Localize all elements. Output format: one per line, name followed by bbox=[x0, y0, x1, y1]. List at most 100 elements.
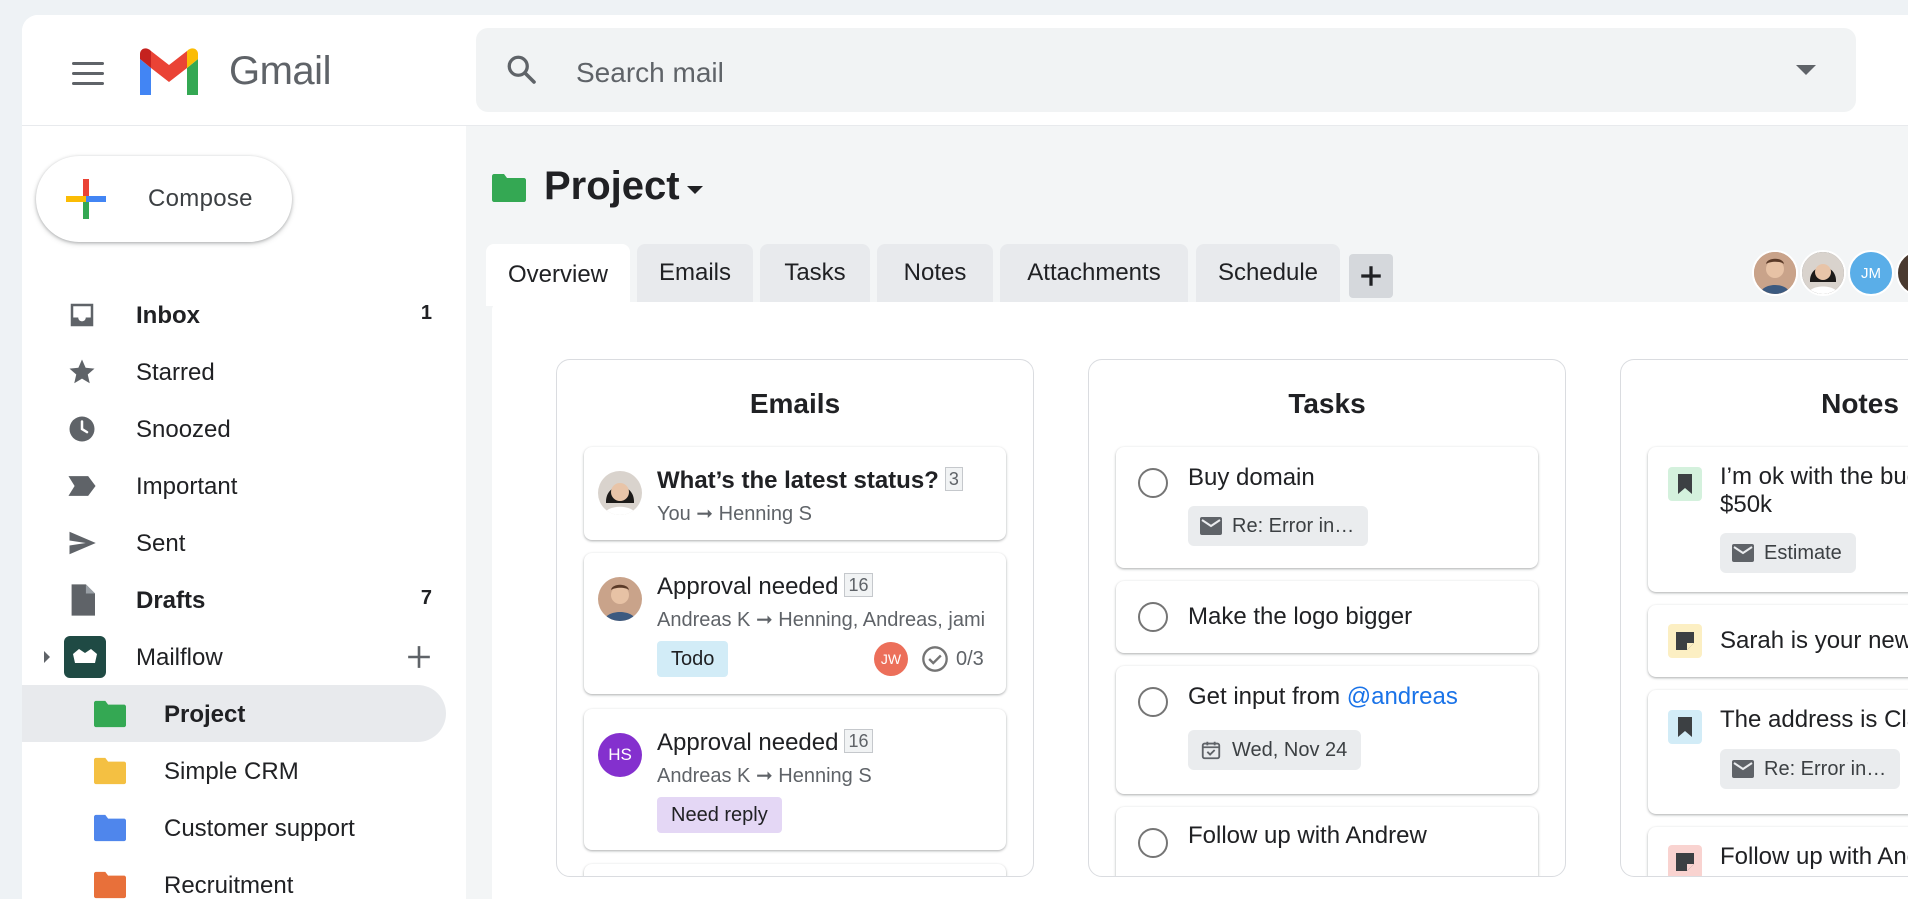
task-checkbox[interactable] bbox=[1138, 828, 1168, 858]
overview-board: Emails What’s the latest status? 3 You ➞ … bbox=[492, 302, 1908, 899]
add-tab-button[interactable] bbox=[1349, 254, 1393, 298]
email-participants: You ➞ Henning S bbox=[657, 503, 813, 525]
sidebar-item-label: Mailflow bbox=[136, 644, 223, 671]
sidebar-item-mailflow[interactable]: Mailflow bbox=[22, 628, 446, 685]
note-text: Follow up with And bbox=[1720, 843, 1908, 870]
tab-tasks[interactable]: Tasks bbox=[760, 244, 870, 302]
note-card[interactable]: Follow up with And bbox=[1648, 827, 1908, 876]
project-dropdown-caret-icon[interactable] bbox=[687, 186, 703, 194]
mention-link[interactable]: @andreas bbox=[1347, 683, 1458, 710]
task-card[interactable]: Buy domain Re: Error in… bbox=[1116, 447, 1538, 568]
tab-emails[interactable]: Emails bbox=[637, 244, 753, 302]
plus-icon bbox=[1361, 266, 1381, 286]
main-menu-button[interactable] bbox=[66, 51, 110, 95]
note-card[interactable]: Sarah is your new c bbox=[1648, 605, 1908, 677]
blue-folder-icon bbox=[94, 812, 126, 844]
estimate-chip[interactable]: Estimate bbox=[1720, 533, 1856, 573]
sidebar-item-label: Sent bbox=[136, 530, 186, 557]
gmail-logo-icon[interactable] bbox=[136, 47, 202, 95]
linked-email-chip[interactable]: Re: Error in… bbox=[1720, 749, 1901, 789]
sidebar-item-snoozed[interactable]: Snoozed bbox=[22, 400, 446, 457]
search-input[interactable]: Search mail bbox=[576, 57, 724, 89]
bookmark-icon bbox=[1668, 710, 1702, 744]
sidebar-item-label: Important bbox=[136, 473, 238, 500]
page-title: Project bbox=[544, 164, 680, 208]
sidebar-item-important[interactable]: Important bbox=[22, 457, 446, 514]
search-icon[interactable] bbox=[504, 52, 540, 88]
yellow-folder-icon bbox=[94, 755, 126, 787]
todo-label[interactable]: Todo bbox=[657, 641, 729, 677]
clock-icon bbox=[66, 413, 98, 445]
sidebar-item-label: Snoozed bbox=[136, 416, 231, 443]
send-icon bbox=[66, 527, 98, 559]
sticky-note-icon bbox=[1668, 845, 1702, 876]
top-bar: Gmail Search mail bbox=[22, 15, 1908, 126]
tab-schedule[interactable]: Schedule bbox=[1196, 244, 1340, 302]
mail-icon bbox=[1200, 517, 1222, 535]
due-date-chip[interactable]: Wed, Nov 24 bbox=[1188, 730, 1362, 770]
thread-count: 16 bbox=[844, 573, 873, 597]
note-text: Sarah is your new c bbox=[1720, 627, 1908, 654]
avatar[interactable] bbox=[1800, 250, 1846, 296]
task-checkbox[interactable] bbox=[1138, 602, 1168, 632]
linked-email-chip[interactable]: Re: Error in… bbox=[1188, 506, 1369, 546]
email-participants: Andreas K ➞ Henning, Andreas, jami bbox=[657, 609, 986, 631]
note-card[interactable]: The address is Cla Re: Error in… bbox=[1648, 690, 1908, 814]
note-text: The address is Cla bbox=[1720, 706, 1908, 733]
sidebar-folder-recruitment[interactable]: Recruitment bbox=[22, 856, 446, 899]
sidebar-folder-project[interactable]: Project bbox=[22, 685, 446, 742]
avatar[interactable] bbox=[1896, 250, 1908, 296]
avatar[interactable] bbox=[1752, 250, 1798, 296]
sidebar-item-label: Project bbox=[164, 701, 246, 728]
avatar bbox=[598, 577, 642, 621]
email-card[interactable] bbox=[584, 864, 1006, 876]
assignee-avatar[interactable]: JW bbox=[874, 642, 908, 676]
search-options-caret-icon[interactable] bbox=[1796, 65, 1816, 75]
sidebar-folder-simple-crm[interactable]: Simple CRM bbox=[22, 742, 446, 799]
sidebar-item-inbox[interactable]: Inbox 1 bbox=[22, 286, 446, 343]
tasks-column: Tasks Buy domain Re: Error in… Make the … bbox=[1088, 359, 1566, 877]
task-text: Buy domain bbox=[1188, 464, 1315, 491]
email-card[interactable]: What’s the latest status? 3 You ➞ Henning… bbox=[584, 447, 1006, 540]
task-checkbox[interactable] bbox=[1138, 468, 1168, 498]
sidebar-item-starred[interactable]: Starred bbox=[22, 343, 446, 400]
tab-attachments[interactable]: Attachments bbox=[1000, 244, 1188, 302]
task-card[interactable]: Make the logo bigger bbox=[1116, 581, 1538, 653]
add-label-plus-icon[interactable] bbox=[406, 644, 432, 670]
task-checkbox[interactable] bbox=[1138, 687, 1168, 717]
expand-arrow-icon[interactable] bbox=[42, 650, 52, 664]
email-subject: Approval needed 16 bbox=[657, 729, 873, 757]
sticky-note-icon bbox=[1668, 624, 1702, 658]
task-card[interactable]: Follow up with Andrew bbox=[1116, 807, 1538, 876]
check-circle-icon bbox=[922, 646, 948, 672]
need-reply-label[interactable]: Need reply bbox=[657, 797, 782, 833]
sidebar-item-sent[interactable]: Sent bbox=[22, 514, 446, 571]
task-card[interactable]: Get input from @andreas Wed, Nov 24 bbox=[1116, 666, 1538, 794]
star-icon bbox=[66, 356, 98, 388]
task-text: Make the logo bigger bbox=[1188, 603, 1413, 630]
bookmark-icon bbox=[1668, 467, 1702, 501]
compose-button[interactable]: Compose bbox=[36, 156, 292, 242]
inbox-icon bbox=[66, 299, 98, 331]
tab-overview[interactable]: Overview bbox=[486, 244, 630, 306]
avatar[interactable]: JM bbox=[1848, 250, 1894, 296]
search-bar[interactable]: Search mail bbox=[476, 28, 1856, 112]
sidebar-item-label: Drafts bbox=[136, 587, 206, 614]
sidebar-item-label: Starred bbox=[136, 359, 215, 386]
sidebar-folder-customer-support[interactable]: Customer support bbox=[22, 799, 446, 856]
thread-count: 16 bbox=[844, 729, 873, 753]
draft-file-icon bbox=[66, 584, 98, 616]
notes-column: Notes I’m ok with the bud$50k Estimate bbox=[1620, 359, 1908, 877]
note-card[interactable]: I’m ok with the bud $50k Estimate bbox=[1648, 447, 1908, 592]
emails-column: Emails What’s the latest status? 3 You ➞ … bbox=[556, 359, 1034, 877]
note-text: I’m ok with the bud $50k bbox=[1720, 463, 1908, 518]
green-folder-icon bbox=[94, 698, 126, 730]
email-card[interactable]: Approval needed 16 Andreas K ➞ Henning, A… bbox=[584, 553, 1006, 694]
email-subject: What’s the latest status? 3 bbox=[657, 467, 963, 495]
sidebar: Compose Inbox 1 Starred Snoozed Importan… bbox=[22, 126, 466, 899]
draft-count: 7 bbox=[420, 587, 432, 609]
task-text: Follow up with Andrew bbox=[1188, 822, 1427, 849]
tab-notes[interactable]: Notes bbox=[877, 244, 993, 302]
email-card[interactable]: HS Approval needed 16 Andreas K ➞ Henning… bbox=[584, 709, 1006, 850]
sidebar-item-drafts[interactable]: Drafts 7 bbox=[22, 571, 446, 628]
